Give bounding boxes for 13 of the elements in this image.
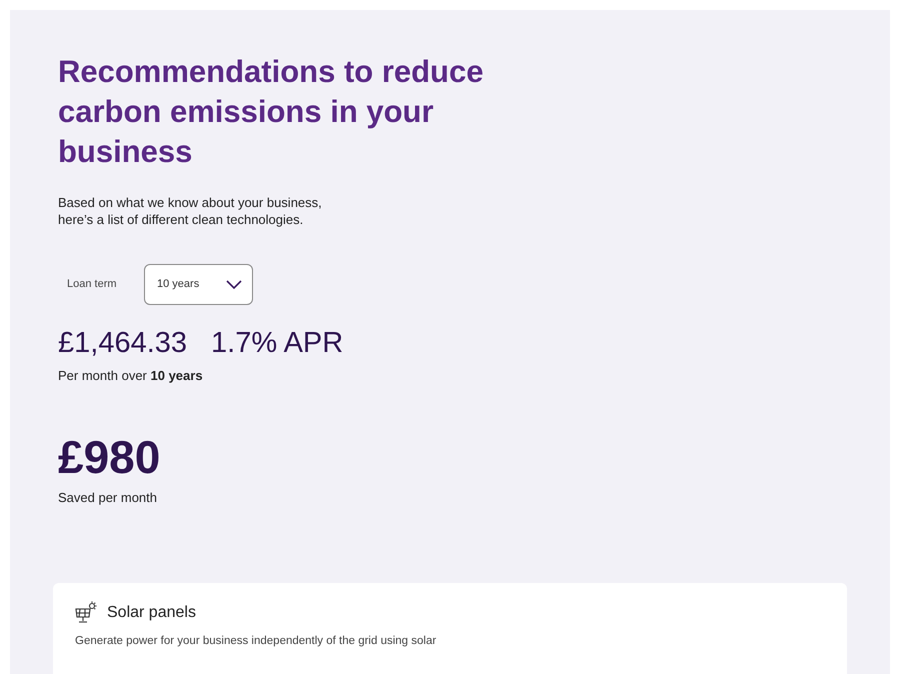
- loan-term-select[interactable]: 10 years: [144, 264, 253, 305]
- card-title: Solar panels: [107, 603, 196, 623]
- saving-label: Saved per month: [58, 488, 158, 507]
- loan-term-label: Loan term: [67, 277, 118, 292]
- apr-rate: 1.7% APR: [211, 329, 344, 358]
- card-description: Generate power for your business independently of the grid using solar: [75, 634, 438, 649]
- saving-amount: £980: [58, 434, 162, 480]
- chevron-down-icon: [226, 280, 242, 289]
- payment-note: Per month over 10 years: [58, 367, 204, 385]
- solar-panel-icon: [75, 601, 99, 625]
- page-heading: Recommendations to reduce carbon emissions in your business: [58, 53, 484, 171]
- monthly-payment: £1,464.33: [58, 329, 188, 358]
- intro-text: Based on what we know about your business, here’s a list of different clean technologies.: [58, 194, 323, 228]
